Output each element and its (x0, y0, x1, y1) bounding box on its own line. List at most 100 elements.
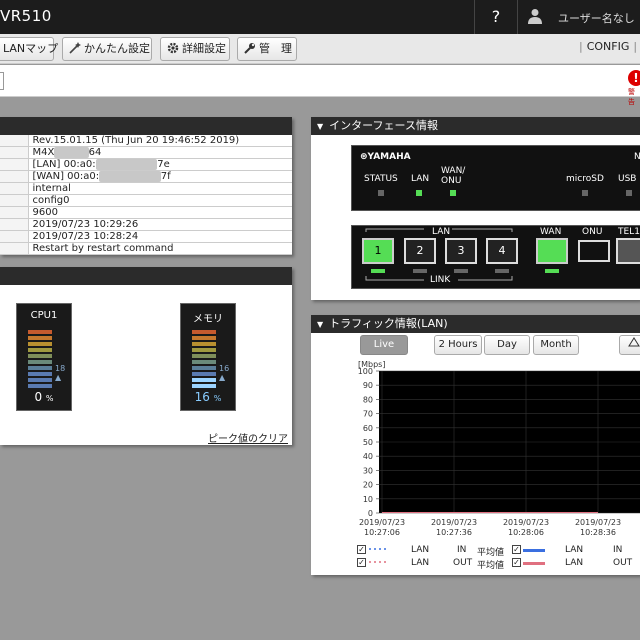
config-link[interactable]: CONFIG (587, 40, 630, 53)
cpu-peak-marker: ▲ (55, 373, 62, 382)
status-led (378, 190, 384, 196)
lan-port-1-led (371, 269, 385, 273)
help-button[interactable]: ? (474, 0, 518, 34)
panel-header[interactable]: ▼ インターフェース情報 (311, 117, 640, 135)
onu-port[interactable] (578, 240, 610, 262)
lan-mac: [LAN] 00:a0:XXXXXXXXX7e (28, 158, 292, 172)
gauge-bar (28, 336, 52, 340)
top-bar: VR510 ? ユーザー名なし (0, 0, 640, 34)
y-tick-label: 60 (363, 424, 373, 433)
table-row: [LAN] 00:a0:XXXXXXXXX7e (0, 158, 292, 172)
panel-title: インターフェース情報 (329, 119, 438, 132)
sub-bar: ! 警告 (0, 65, 640, 106)
device-n-label: N (634, 152, 640, 162)
legend-in-label: LAN (411, 545, 430, 555)
legend-avg-label: 平均値 (477, 561, 505, 571)
cpu-gauge: CPU1 18 ▲ 0 % (16, 303, 72, 411)
current-time: 2019/07/23 10:29:26 (28, 218, 292, 232)
panel-header[interactable]: ▼ トラフィック情報(LAN) (311, 315, 640, 333)
range-day-button[interactable]: Day (484, 335, 530, 355)
legend-in-dir: IN (457, 545, 467, 555)
lan-port-2-led (413, 269, 427, 273)
gauge-bar (192, 360, 216, 364)
boot-time: 2019/07/23 10:28:24 (28, 230, 292, 244)
y-tick-label: 100 (358, 367, 373, 376)
in-dot-line (369, 548, 386, 550)
collapse-handle[interactable] (0, 72, 4, 90)
out-avg-checkbox[interactable]: ✓ (512, 558, 521, 567)
x-tick-time: 10:28:06 (508, 528, 544, 537)
right-links: |CONFIG|S (575, 40, 640, 53)
boot-source: internal (28, 182, 292, 196)
export-button[interactable] (619, 335, 640, 355)
manage-button[interactable]: 管 理 (237, 37, 297, 61)
table-row: [WAN] 00:a0:XXXXXXXXX7f (0, 170, 292, 184)
gauge-bar (192, 372, 216, 376)
wan-mac: [WAN] 00:a0:XXXXXXXXX7f (28, 170, 292, 184)
port-panel: LAN 1 2 3 4 LINK WAN ONU TEL1 (351, 225, 640, 289)
table-row: 2019/07/23 10:28:24 (0, 230, 292, 244)
device-front-panel: ⊛YAMAHA N STATUS LAN WAN/ONU microSD USB (351, 145, 640, 211)
cpu-peak-value: 18 (55, 364, 66, 373)
legend-out2-label: LAN (565, 558, 584, 568)
legend-in2-dir: IN (613, 545, 623, 555)
x-tick-time: 10:27:06 (364, 528, 400, 537)
range-live-button[interactable]: Live (360, 335, 408, 355)
peak-clear-link[interactable]: ピーク値のクリア (208, 430, 288, 445)
y-tick-label: 20 (363, 481, 373, 490)
cpu-percent: 0 % (34, 390, 54, 404)
lan-port-2[interactable]: 2 (404, 238, 436, 264)
user-name[interactable]: ユーザー名なし (558, 10, 635, 26)
gauge-bar (28, 372, 52, 376)
table-row: config0 (0, 194, 292, 208)
x-tick-time: 10:27:36 (436, 528, 472, 537)
lan-port-4[interactable]: 4 (486, 238, 518, 264)
serial-number: M4XXXXXX64 (28, 146, 292, 160)
range-2hours-button[interactable]: 2 Hours (434, 335, 482, 355)
legend-avg-label: 平均値 (477, 548, 505, 558)
warning-label[interactable]: 警告 (628, 87, 640, 107)
table-row: Restart by restart command (0, 242, 292, 256)
panel-header (0, 267, 292, 285)
gauge-bar (192, 354, 216, 358)
gauge-bar (28, 378, 52, 382)
gauge-bar (192, 336, 216, 340)
gauge-bar (28, 366, 52, 370)
lan-map-button[interactable]: LANマップ (0, 37, 58, 61)
in-avg-checkbox[interactable]: ✓ (512, 545, 521, 554)
table-row: Rev.15.01.15 (Thu Jun 20 19:46:52 2019) (0, 135, 292, 148)
legend-in2-label: LAN (565, 545, 584, 555)
usb-led (626, 190, 632, 196)
out-checkbox[interactable]: ✓ (357, 558, 366, 567)
easy-setup-button[interactable]: かんたん設定 (62, 37, 152, 61)
lan-led-label: LAN (411, 174, 430, 184)
brand-logo: ⊛YAMAHA (360, 152, 411, 162)
traffic-panel: ▼ トラフィック情報(LAN) Live 2 Hours Day Month [M… (311, 315, 640, 575)
system-info-panel: Rev.15.01.15 (Thu Jun 20 19:46:52 2019) … (0, 117, 292, 256)
range-month-button[interactable]: Month (533, 335, 579, 355)
out-avg-line (523, 562, 545, 565)
x-tick-date: 2019/07/23 (503, 518, 549, 527)
warning-icon[interactable]: ! (628, 70, 640, 86)
table-row: internal (0, 182, 292, 196)
memory-gauge: メモリ 16 ▲ 16 % (180, 303, 236, 411)
x-tick-date: 2019/07/23 (359, 518, 405, 527)
lan-port-4-led (495, 269, 509, 273)
detail-settings-button[interactable]: 詳細設定 (160, 37, 230, 61)
lan-port-3[interactable]: 3 (445, 238, 477, 264)
legend-out-label: LAN (411, 558, 430, 568)
masked-text: XXXXXXXXX (95, 159, 158, 171)
tel-port-label: TEL1 (618, 227, 640, 237)
in-checkbox[interactable]: ✓ (357, 545, 366, 554)
traffic-chart: [Mbps]01020304050607080901002019/07/2310… (358, 360, 640, 537)
microsd-led-label: microSD (566, 174, 604, 184)
collapse-triangle-icon: ▼ (317, 320, 324, 329)
gauge-bar (28, 360, 52, 364)
tel-port[interactable] (616, 238, 640, 264)
table-row: 2019/07/23 10:29:26 (0, 218, 292, 232)
memory-percent: 16 % (194, 390, 222, 404)
wan-port[interactable] (536, 238, 568, 264)
easy-setup-label: かんたん設定 (84, 42, 150, 55)
manage-label: 管 理 (259, 42, 292, 55)
lan-port-1[interactable]: 1 (362, 238, 394, 264)
